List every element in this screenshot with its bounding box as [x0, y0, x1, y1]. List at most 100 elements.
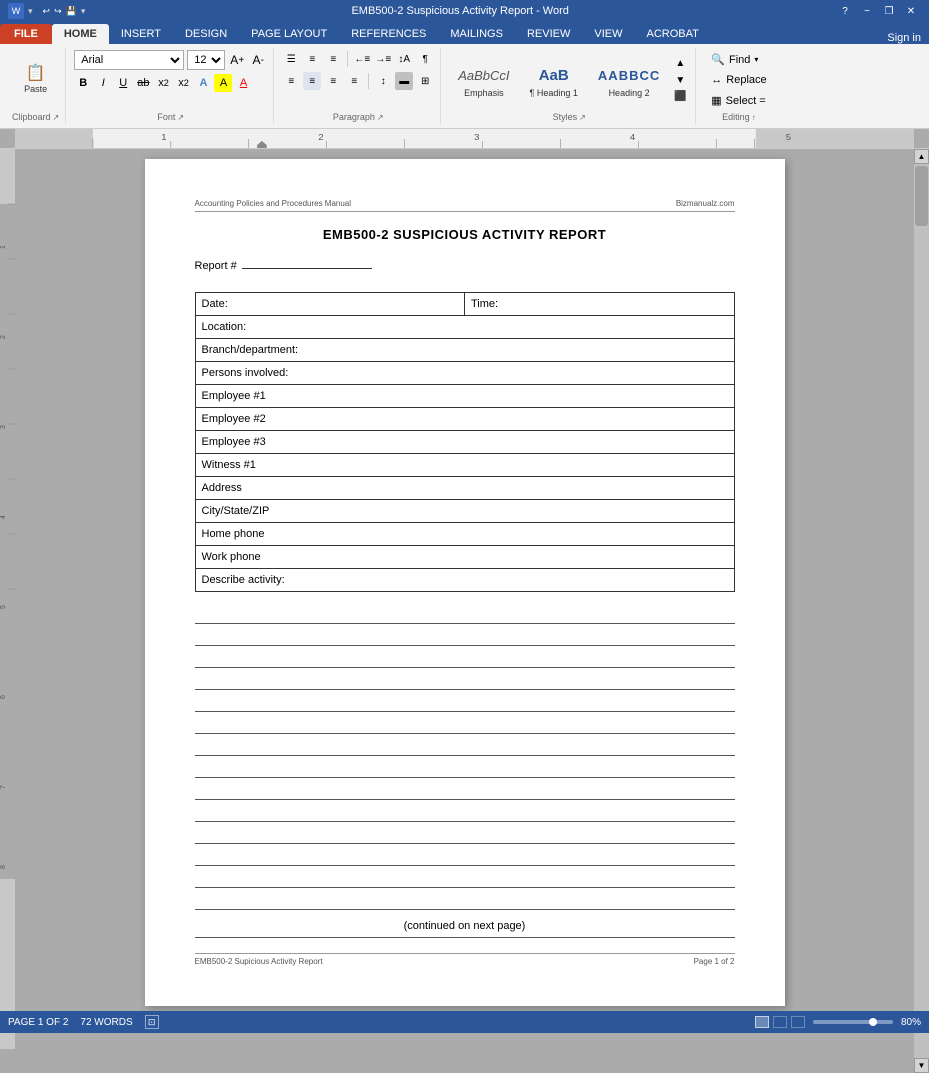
paste-button[interactable]: 📋 Paste [19, 53, 52, 107]
line-spacing-btn[interactable]: ↕ [374, 72, 392, 90]
find-button[interactable]: 🔍 Find ▾ [704, 50, 765, 69]
tab-page-layout[interactable]: PAGE LAYOUT [239, 24, 339, 44]
tab-acrobat[interactable]: ACROBAT [634, 24, 710, 44]
tab-review[interactable]: REVIEW [515, 24, 582, 44]
heading1-label: ¶ Heading 1 [530, 88, 578, 98]
svg-text:3: 3 [0, 425, 7, 429]
title-bar-left: W ▾ ↩ ↪ 💾 ▾ [8, 3, 85, 19]
decrease-font-btn[interactable]: A- [249, 51, 267, 69]
sign-in-button[interactable]: Sign in [887, 32, 929, 44]
svg-text:6: 6 [0, 695, 7, 699]
font-family-select[interactable]: Arial [74, 50, 184, 70]
bold-button[interactable]: B [74, 74, 92, 92]
styles-list: AaBbCcI Emphasis AaB ¶ Heading 1 AABBCC … [449, 53, 689, 107]
ribbon-group-paragraph: ☰ ≡ ≡ ←≡ →≡ ↕A ¶ ≡ ≡ ≡ ≡ ↕ ▬ ⊞ Paragraph [276, 48, 441, 124]
ruler-left-corner [0, 129, 15, 148]
tab-home[interactable]: HOME [52, 24, 109, 44]
employee2-row: Employee #2 [195, 408, 734, 431]
report-label: Report # [195, 260, 237, 272]
font-selector-row: Arial 12 A+ A- [74, 50, 267, 70]
style-heading1[interactable]: AaB ¶ Heading 1 [521, 58, 587, 102]
svg-text:1: 1 [161, 133, 166, 142]
ruler: 1 2 3 4 5 [0, 129, 929, 149]
tab-references[interactable]: REFERENCES [339, 24, 438, 44]
justify-btn[interactable]: ≡ [345, 72, 363, 90]
shading-btn[interactable]: ▬ [395, 72, 413, 90]
numbered-list-btn[interactable]: ≡ [303, 50, 321, 68]
style-heading2[interactable]: AABBCC Heading 2 [589, 58, 669, 102]
superscript-button[interactable]: x2 [174, 74, 192, 92]
markup-button[interactable]: ⊡ [145, 1015, 159, 1029]
tab-design[interactable]: DESIGN [173, 24, 239, 44]
continued-line: (continued on next page) [195, 920, 735, 938]
select-button[interactable]: ▦ Select = [704, 91, 772, 110]
header-left: Accounting Policies and Procedures Manua… [195, 199, 352, 208]
align-right-btn[interactable]: ≡ [324, 72, 342, 90]
emphasis-label: Emphasis [464, 88, 504, 98]
sort-btn[interactable]: ↕A [395, 50, 413, 68]
font-controls: Arial 12 A+ A- B I U ab x2 x2 A A A [74, 50, 267, 110]
align-row: ≡ ≡ ≡ ≡ ↕ ▬ ⊞ [282, 72, 434, 90]
zoom-slider[interactable] [813, 1020, 893, 1024]
replace-button[interactable]: ↔ Replace [704, 71, 773, 89]
align-left-btn[interactable]: ≡ [282, 72, 300, 90]
align-center-btn[interactable]: ≡ [303, 72, 321, 90]
view-buttons [755, 1016, 805, 1028]
multilevel-list-btn[interactable]: ≡ [324, 50, 342, 68]
restore-button[interactable]: ❐ [879, 3, 899, 19]
tab-file[interactable]: FILE [0, 24, 52, 44]
italic-button[interactable]: I [94, 74, 112, 92]
clipboard-arrow[interactable]: ↗ [53, 113, 60, 122]
styles-expand[interactable]: ⬛ [671, 88, 689, 105]
increase-font-btn[interactable]: A+ [228, 51, 246, 69]
editing-label: Editing ↑ [722, 110, 756, 122]
font-size-select[interactable]: 12 [187, 50, 225, 70]
desc-line-13 [195, 866, 735, 888]
paragraph-arrow[interactable]: ↗ [377, 113, 384, 122]
scroll-thumb[interactable] [915, 166, 928, 226]
tab-view[interactable]: VIEW [582, 24, 634, 44]
footer-left: EMB500-2 Supicious Activity Report [195, 957, 323, 966]
text-effect-button[interactable]: A [194, 74, 212, 92]
font-label: Font ↗ [157, 110, 184, 122]
find-arrow: ▾ [754, 55, 758, 64]
tab-insert[interactable]: INSERT [109, 24, 173, 44]
style-emphasis[interactable]: AaBbCcI Emphasis [449, 58, 518, 102]
persons-cell: Persons involved: [195, 362, 734, 385]
vertical-scrollbar[interactable]: ▲ ▼ [914, 149, 929, 1073]
work-phone-cell: Work phone [195, 546, 734, 569]
subscript-button[interactable]: x2 [154, 74, 172, 92]
window-controls[interactable]: ? − ❐ ✕ [835, 3, 921, 19]
bullet-list-btn[interactable]: ☰ [282, 50, 300, 68]
underline-button[interactable]: U [114, 74, 132, 92]
print-layout-btn[interactable] [755, 1016, 769, 1028]
svg-text:7: 7 [0, 785, 7, 789]
decrease-indent-btn[interactable]: ←≡ [353, 50, 371, 68]
web-view-btn[interactable] [791, 1016, 805, 1028]
styles-scroll-down[interactable]: ▼ [671, 72, 689, 89]
help-button[interactable]: ? [835, 3, 855, 19]
find-label: Find [729, 54, 750, 66]
reading-view-btn[interactable] [773, 1016, 787, 1028]
border-btn[interactable]: ⊞ [416, 72, 434, 90]
desc-line-6 [195, 712, 735, 734]
editing-arrow[interactable]: ↑ [752, 113, 756, 122]
page-header: Accounting Policies and Procedures Manua… [195, 199, 735, 212]
svg-text:5: 5 [0, 605, 7, 609]
highlight-button[interactable]: A [214, 74, 232, 92]
increase-indent-btn[interactable]: →≡ [374, 50, 392, 68]
strikethrough-button[interactable]: ab [134, 74, 152, 92]
home-phone-cell: Home phone [195, 523, 734, 546]
minimize-button[interactable]: − [857, 3, 877, 19]
font-arrow[interactable]: ↗ [177, 113, 184, 122]
close-button[interactable]: ✕ [901, 3, 921, 19]
scroll-down-button[interactable]: ▼ [914, 1058, 929, 1073]
scroll-up-button[interactable]: ▲ [914, 149, 929, 164]
tab-mailings[interactable]: MAILINGS [438, 24, 515, 44]
styles-arrow[interactable]: ↗ [579, 113, 586, 122]
zoom-thumb[interactable] [869, 1018, 877, 1026]
show-marks-btn[interactable]: ¶ [416, 50, 434, 68]
styles-scroll-up[interactable]: ▲ [671, 55, 689, 72]
city-row: City/State/ZIP [195, 500, 734, 523]
font-color-button[interactable]: A [234, 74, 252, 92]
